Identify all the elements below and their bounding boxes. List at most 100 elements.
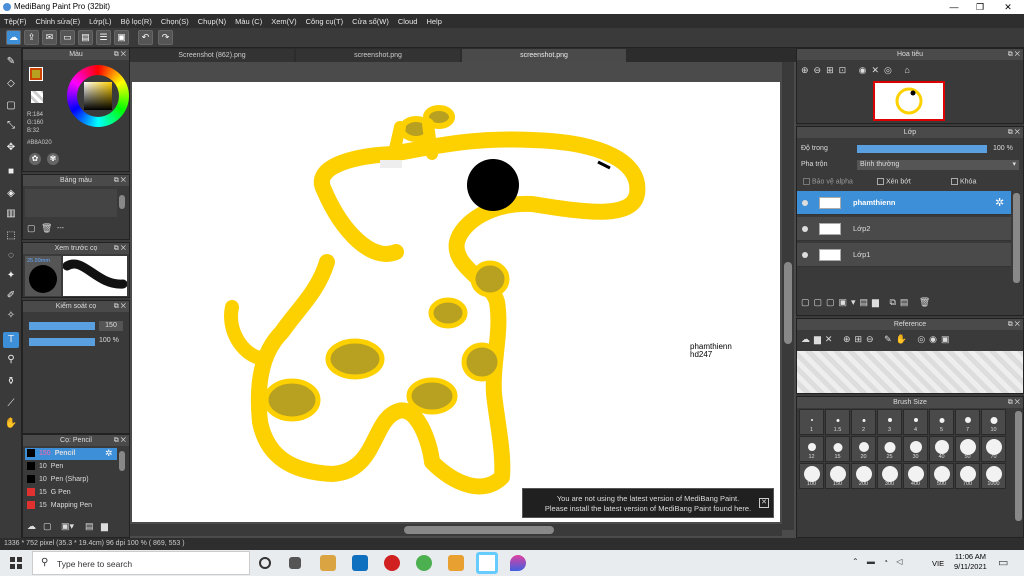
text-tool-icon[interactable]: T bbox=[3, 332, 19, 348]
menu-edit[interactable]: Chỉnh sửa(E) bbox=[36, 17, 81, 26]
panel-controls-icon[interactable]: ⧉ ✕ bbox=[114, 435, 126, 446]
tab-screenshot-1[interactable]: screenshot.png bbox=[296, 49, 460, 62]
brush-folder-icon[interactable]: ▆ bbox=[101, 521, 108, 532]
hand-tool-icon[interactable]: ✋ bbox=[3, 416, 19, 432]
clipping-checkbox[interactable]: Xén bớt bbox=[877, 178, 911, 185]
add-brush-icon[interactable]: ▢ bbox=[43, 521, 52, 532]
color-wheel[interactable] bbox=[67, 65, 129, 127]
language-indicator[interactable]: VIE bbox=[932, 559, 944, 568]
panel-controls-icon[interactable]: ⧉ ✕ bbox=[1008, 127, 1020, 138]
menu-filter[interactable]: Bộ lọc(R) bbox=[121, 17, 152, 26]
brush-tool-icon[interactable]: ✎ bbox=[3, 54, 19, 70]
menu-file[interactable]: Tệp(F) bbox=[4, 17, 27, 26]
list-icon[interactable]: ☰ bbox=[96, 30, 111, 45]
visibility-eye-icon[interactable] bbox=[802, 252, 808, 258]
brush-size-scrollbar[interactable] bbox=[1015, 411, 1022, 521]
select-eraser-icon[interactable]: ✧ bbox=[3, 308, 19, 324]
app-icon[interactable] bbox=[448, 555, 464, 571]
chrome-icon[interactable] bbox=[416, 555, 432, 571]
move-tool-icon[interactable]: ✥ bbox=[3, 140, 19, 156]
upload-icon[interactable]: ⇪ bbox=[24, 30, 39, 45]
tab-screenshot-862[interactable]: Screenshot (862).png bbox=[130, 49, 294, 62]
brush-copy-icon[interactable]: ▤ bbox=[85, 521, 94, 532]
document-icon[interactable]: ▤ bbox=[78, 30, 93, 45]
brush-item-mapping-pen[interactable]: 15 Mapping Pen bbox=[27, 500, 117, 511]
new-swatch-icon[interactable]: ▢ bbox=[27, 223, 36, 234]
sub-color-swatch[interactable] bbox=[29, 67, 43, 81]
color-palette-icon[interactable]: ✿ bbox=[29, 153, 41, 165]
pen-tool-icon[interactable]: ⟋ bbox=[3, 396, 19, 412]
shape-tool-icon[interactable]: ■ bbox=[3, 164, 19, 180]
dot-tool-icon[interactable]: ▢ bbox=[3, 98, 19, 114]
task-view-icon[interactable] bbox=[289, 557, 301, 569]
menu-tools[interactable]: Công cụ(T) bbox=[306, 17, 344, 26]
select-tool-icon[interactable]: ⤡ bbox=[3, 118, 19, 134]
brush-settings-icon[interactable]: ✲ bbox=[105, 448, 113, 459]
menu-help[interactable]: Help bbox=[426, 17, 441, 26]
brush-size-option[interactable]: 4 bbox=[903, 409, 928, 435]
eyedropper-tool-icon[interactable]: ⚱ bbox=[3, 374, 19, 390]
brush-size-option[interactable]: 1000 bbox=[981, 463, 1006, 489]
panel-controls-icon[interactable]: ⧉ ✕ bbox=[114, 175, 126, 186]
maximize-button[interactable]: ❐ bbox=[966, 0, 994, 14]
cloud-icon[interactable]: ☁ bbox=[6, 30, 21, 45]
brush-size-option[interactable]: 200 bbox=[851, 463, 876, 489]
notification-center-icon[interactable]: ▭ bbox=[998, 556, 1008, 569]
brush-size-option[interactable]: 5 bbox=[929, 409, 954, 435]
gradient-tool-icon[interactable]: ▥ bbox=[3, 206, 19, 222]
brush-size-option[interactable]: 300 bbox=[877, 463, 902, 489]
eraser-tool-icon[interactable]: ◇ bbox=[3, 76, 19, 92]
brush-size-option[interactable]: 500 bbox=[929, 463, 954, 489]
reference-image-area[interactable] bbox=[797, 351, 1023, 393]
layer-row-phamthienn[interactable]: phamthienn ✲ bbox=[797, 191, 1011, 215]
magic-wand-icon[interactable]: ✦ bbox=[3, 268, 19, 284]
menu-snap[interactable]: Chụp(N) bbox=[198, 17, 226, 26]
brush-size-option[interactable]: 1 bbox=[799, 409, 824, 435]
color-mix-icon[interactable]: ✾ bbox=[47, 153, 59, 165]
panel-controls-icon[interactable]: ⧉ ✕ bbox=[114, 301, 126, 312]
paint-app-icon[interactable] bbox=[510, 555, 526, 571]
brush-size-option[interactable]: 12 bbox=[799, 436, 824, 462]
undo-icon[interactable]: ↶ bbox=[138, 30, 153, 45]
brush-size-option[interactable]: 400 bbox=[903, 463, 928, 489]
panel-controls-icon[interactable]: ⧉ ✕ bbox=[1008, 49, 1020, 60]
brush-size-option[interactable]: 7 bbox=[955, 409, 980, 435]
layer-settings-icon[interactable]: ✲ bbox=[995, 196, 1004, 209]
opera-icon[interactable] bbox=[384, 555, 400, 571]
brush-size-option[interactable]: 25 bbox=[877, 436, 902, 462]
brush-size-option[interactable]: 100 bbox=[799, 463, 824, 489]
horizontal-scroll-thumb[interactable] bbox=[404, 526, 554, 534]
brush-size-value[interactable]: 150 bbox=[99, 321, 123, 331]
brush-list-scrollbar[interactable] bbox=[119, 451, 125, 471]
clock[interactable]: 11:06 AM 9/11/2021 bbox=[954, 552, 987, 572]
menu-select[interactable]: Chọn(S) bbox=[161, 17, 189, 26]
cortana-icon[interactable] bbox=[259, 557, 271, 569]
swatch-scrollbar[interactable] bbox=[119, 195, 125, 209]
chat-icon[interactable]: ▭ bbox=[60, 30, 75, 45]
minimize-button[interactable]: — bbox=[940, 0, 968, 14]
visibility-eye-icon[interactable] bbox=[802, 226, 808, 232]
brush-item-pencil[interactable]: 150 Pencil bbox=[27, 448, 117, 459]
medibang-taskbar-icon[interactable] bbox=[476, 552, 498, 574]
brush-cloud-icon[interactable]: ☁ bbox=[27, 521, 36, 532]
brush-opacity-slider[interactable] bbox=[29, 338, 95, 346]
protect-alpha-checkbox[interactable]: Bảo vệ alpha bbox=[803, 178, 853, 185]
layer-scrollbar[interactable] bbox=[1013, 193, 1020, 283]
store-icon[interactable] bbox=[320, 555, 336, 571]
reference-toolbar-icons[interactable]: ☁▆✕ ⊕⊞⊖ ✎✋ ◎◉▣ bbox=[801, 334, 954, 345]
layer-action-icons[interactable]: ▢▢▢▣▾▤▆ ⧉▤ 🗑 bbox=[801, 297, 934, 308]
visibility-eye-icon[interactable] bbox=[802, 200, 808, 206]
panel-controls-icon[interactable]: ⧉ ✕ bbox=[114, 243, 126, 254]
brush-size-option[interactable]: 150 bbox=[825, 463, 850, 489]
comment-icon[interactable]: ✉ bbox=[42, 30, 57, 45]
save-icon[interactable]: ▣ bbox=[114, 30, 129, 45]
brush-size-option[interactable]: 50 bbox=[955, 436, 980, 462]
brush-menu-icon[interactable]: ▣▾ bbox=[61, 521, 74, 532]
mail-icon[interactable] bbox=[352, 555, 368, 571]
windows-start-icon[interactable] bbox=[10, 557, 22, 569]
brush-size-option[interactable]: 3 bbox=[877, 409, 902, 435]
menu-window[interactable]: Cửa sổ(W) bbox=[352, 17, 389, 26]
panel-controls-icon[interactable]: ⧉ ✕ bbox=[114, 49, 126, 60]
brush-item-gpen[interactable]: 15 G Pen bbox=[27, 487, 117, 498]
select-pen-icon[interactable]: ✐ bbox=[3, 288, 19, 304]
